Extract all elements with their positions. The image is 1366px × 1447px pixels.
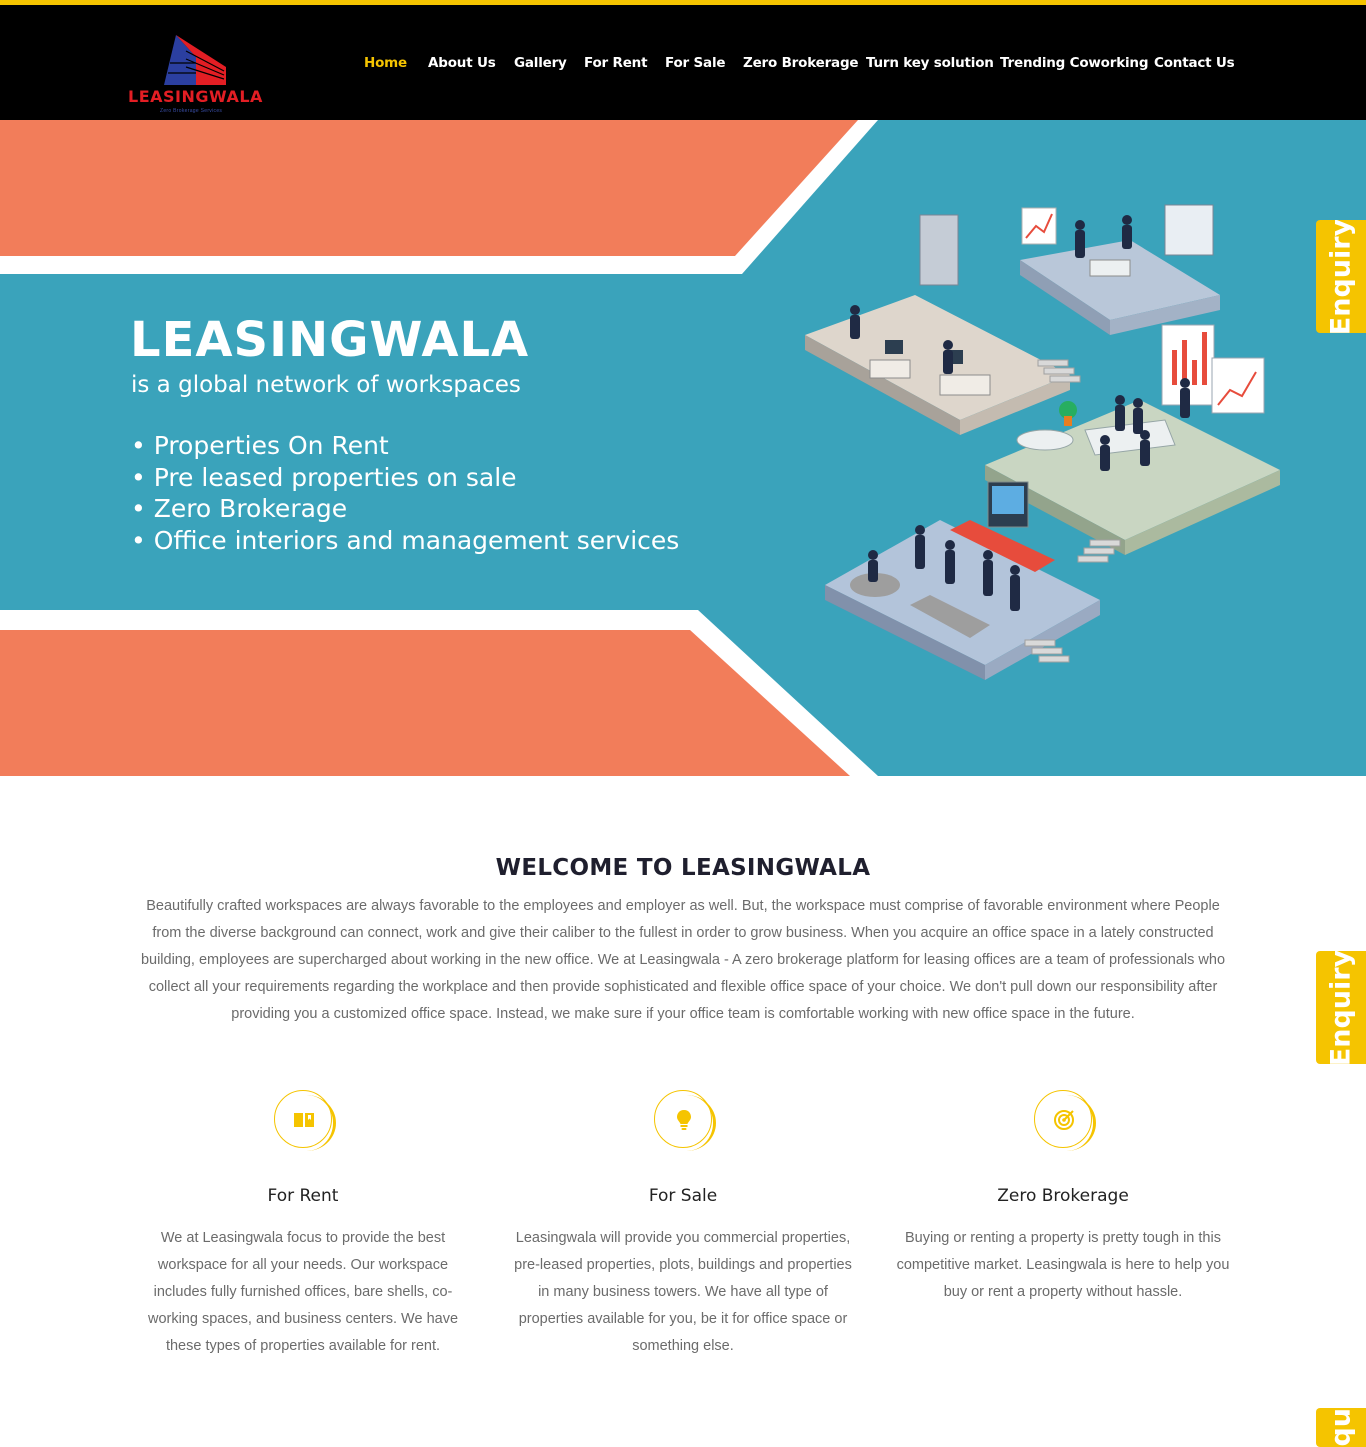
target-icon [1054, 1110, 1074, 1130]
welcome-paragraph: Beautifully crafted workspaces are alway… [140, 898, 1226, 1022]
feature-for-sale: For Sale Leasingwala will provide you co… [513, 1090, 853, 1360]
nav-zero-brokerage[interactable]: Zero Brokerage [743, 55, 859, 71]
nav-about-us[interactable]: About Us [428, 55, 496, 71]
feature-icon-ring [654, 1090, 716, 1151]
enquiry-tab[interactable]: Enquiry [1316, 951, 1366, 1064]
hero-bullet: • Zero Brokerage [131, 494, 348, 523]
nav-home[interactable]: Home [364, 55, 407, 71]
enquiry-label: Enquiry [1325, 220, 1357, 333]
hero-bullet: • Properties On Rent [131, 431, 389, 460]
feature-for-rent: For Rent We at Leasingwala focus to prov… [133, 1090, 473, 1360]
lightbulb-icon [677, 1110, 691, 1130]
feature-title: For Sale [648, 1186, 718, 1206]
hero-bullet: • Pre leased properties on sale [131, 462, 517, 492]
hero-brand-title: LEASINGWALA [130, 312, 530, 368]
feature-description: Buying or renting a property is pretty t… [896, 1230, 1230, 1300]
nav-for-rent[interactable]: For Rent [584, 55, 648, 71]
enquiry-tab[interactable]: Enquiry [1316, 220, 1366, 333]
hero-tagline: is a global network of workspaces [131, 372, 521, 398]
feature-icon-ring [274, 1090, 336, 1151]
enquiry-label: Enquiry [1325, 951, 1357, 1064]
book-icon [294, 1113, 314, 1127]
feature-description: We at Leasingwala focus to provide the b… [147, 1230, 459, 1354]
nav-contact-us[interactable]: Contact Us [1154, 55, 1235, 71]
hero-banner: LEASINGWALA is a global network of works… [0, 120, 1366, 776]
feature-icon-ring [1034, 1090, 1096, 1151]
enquiry-label: Enquiry [1326, 1408, 1357, 1447]
nav-trending-coworking[interactable]: Trending Coworking [1000, 55, 1148, 71]
feature-zero-brokerage: Zero Brokerage Buying or renting a prope… [893, 1090, 1233, 1306]
feature-description: Leasingwala will provide you commercial … [514, 1230, 852, 1354]
nav-gallery[interactable]: Gallery [514, 55, 567, 71]
isometric-office-illustration [805, 204, 1280, 680]
feature-title: Zero Brokerage [997, 1186, 1129, 1206]
main-nav: Home About Us Gallery For Rent For Sale … [0, 5, 1366, 120]
nav-turn-key-solution[interactable]: Turn key solution [866, 55, 994, 71]
feature-title: For Rent [267, 1186, 339, 1206]
navbar: LEASINGWALA Zero Brokerage Services Home… [0, 5, 1366, 120]
enquiry-tab[interactable]: Enquiry [1316, 1408, 1366, 1447]
welcome-heading: WELCOME TO LEASINGWALA [495, 855, 871, 881]
hero-bullet-list: • Properties On Rent • Pre leased proper… [131, 430, 679, 556]
hero-bullet: • Office interiors and management servic… [131, 525, 680, 555]
nav-for-sale[interactable]: For Sale [665, 55, 726, 71]
